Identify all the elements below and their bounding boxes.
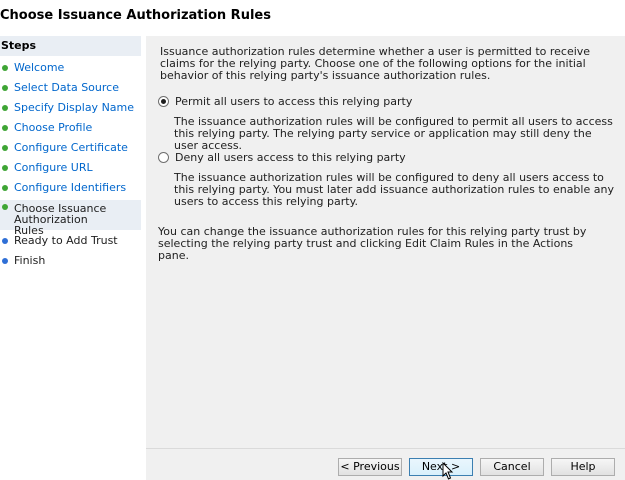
cancel-button[interactable]: Cancel (480, 458, 544, 476)
deny-radio[interactable] (158, 152, 169, 163)
step-complete-icon (2, 145, 8, 151)
button-bar: < Previous Next > Cancel Help (146, 448, 625, 480)
help-button[interactable]: Help (551, 458, 615, 476)
step-label: Configure Identifiers (14, 181, 127, 194)
step-label: Finish (14, 254, 46, 267)
step-pending-icon (2, 258, 8, 264)
step-specify-display-name[interactable]: Specify Display Name (0, 102, 141, 113)
steps-header: Steps (0, 36, 141, 56)
step-complete-icon (2, 125, 8, 131)
step-current-icon (2, 204, 8, 210)
next-button[interactable]: Next > (409, 458, 473, 476)
step-label: Welcome (14, 61, 65, 74)
deny-description: The issuance authorization rules will be… (174, 171, 614, 208)
step-label: Configure URL (14, 161, 93, 174)
step-choose-issuance-authorization-rules: Choose Issuance Authorization Rules (0, 200, 141, 236)
step-label: Choose Issuance Authorization Rules (14, 202, 107, 237)
step-label: Select Data Source (14, 81, 119, 94)
step-label: Specify Display Name (14, 101, 135, 114)
step-pending-icon (2, 238, 8, 244)
content-panel: Issuance authorization rules determine w… (146, 36, 625, 448)
steps-sidebar: Steps Welcome Select Data Source Specify… (0, 36, 141, 480)
radio-selected-dot (161, 99, 166, 104)
intro-text: Issuance authorization rules determine w… (160, 45, 591, 82)
step-ready-to-add-trust: Ready to Add Trust (0, 235, 141, 246)
step-complete-icon (2, 85, 8, 91)
step-configure-certificate[interactable]: Configure Certificate (0, 142, 141, 153)
step-complete-icon (2, 105, 8, 111)
step-label: Ready to Add Trust (14, 234, 118, 247)
change-rules-note: You can change the issuance authorizatio… (158, 225, 587, 262)
permit-description: The issuance authorization rules will be… (174, 115, 613, 152)
page-title: Choose Issuance Authorization Rules (0, 8, 271, 23)
step-complete-icon (2, 65, 8, 71)
step-label: Configure Certificate (14, 141, 128, 154)
mouse-pointer-icon (442, 462, 454, 480)
permit-label[interactable]: Permit all users to access this relying … (175, 96, 412, 108)
step-complete-icon (2, 165, 8, 171)
deny-label[interactable]: Deny all users access to this relying pa… (175, 152, 406, 164)
step-welcome[interactable]: Welcome (0, 62, 141, 73)
step-finish: Finish (0, 255, 141, 266)
step-complete-icon (2, 185, 8, 191)
step-configure-url[interactable]: Configure URL (0, 162, 141, 173)
permit-radio[interactable] (158, 96, 169, 107)
step-choose-profile[interactable]: Choose Profile (0, 122, 141, 133)
step-label: Choose Profile (14, 121, 93, 134)
step-configure-identifiers[interactable]: Configure Identifiers (0, 182, 141, 193)
step-select-data-source[interactable]: Select Data Source (0, 82, 141, 93)
previous-button[interactable]: < Previous (338, 458, 402, 476)
